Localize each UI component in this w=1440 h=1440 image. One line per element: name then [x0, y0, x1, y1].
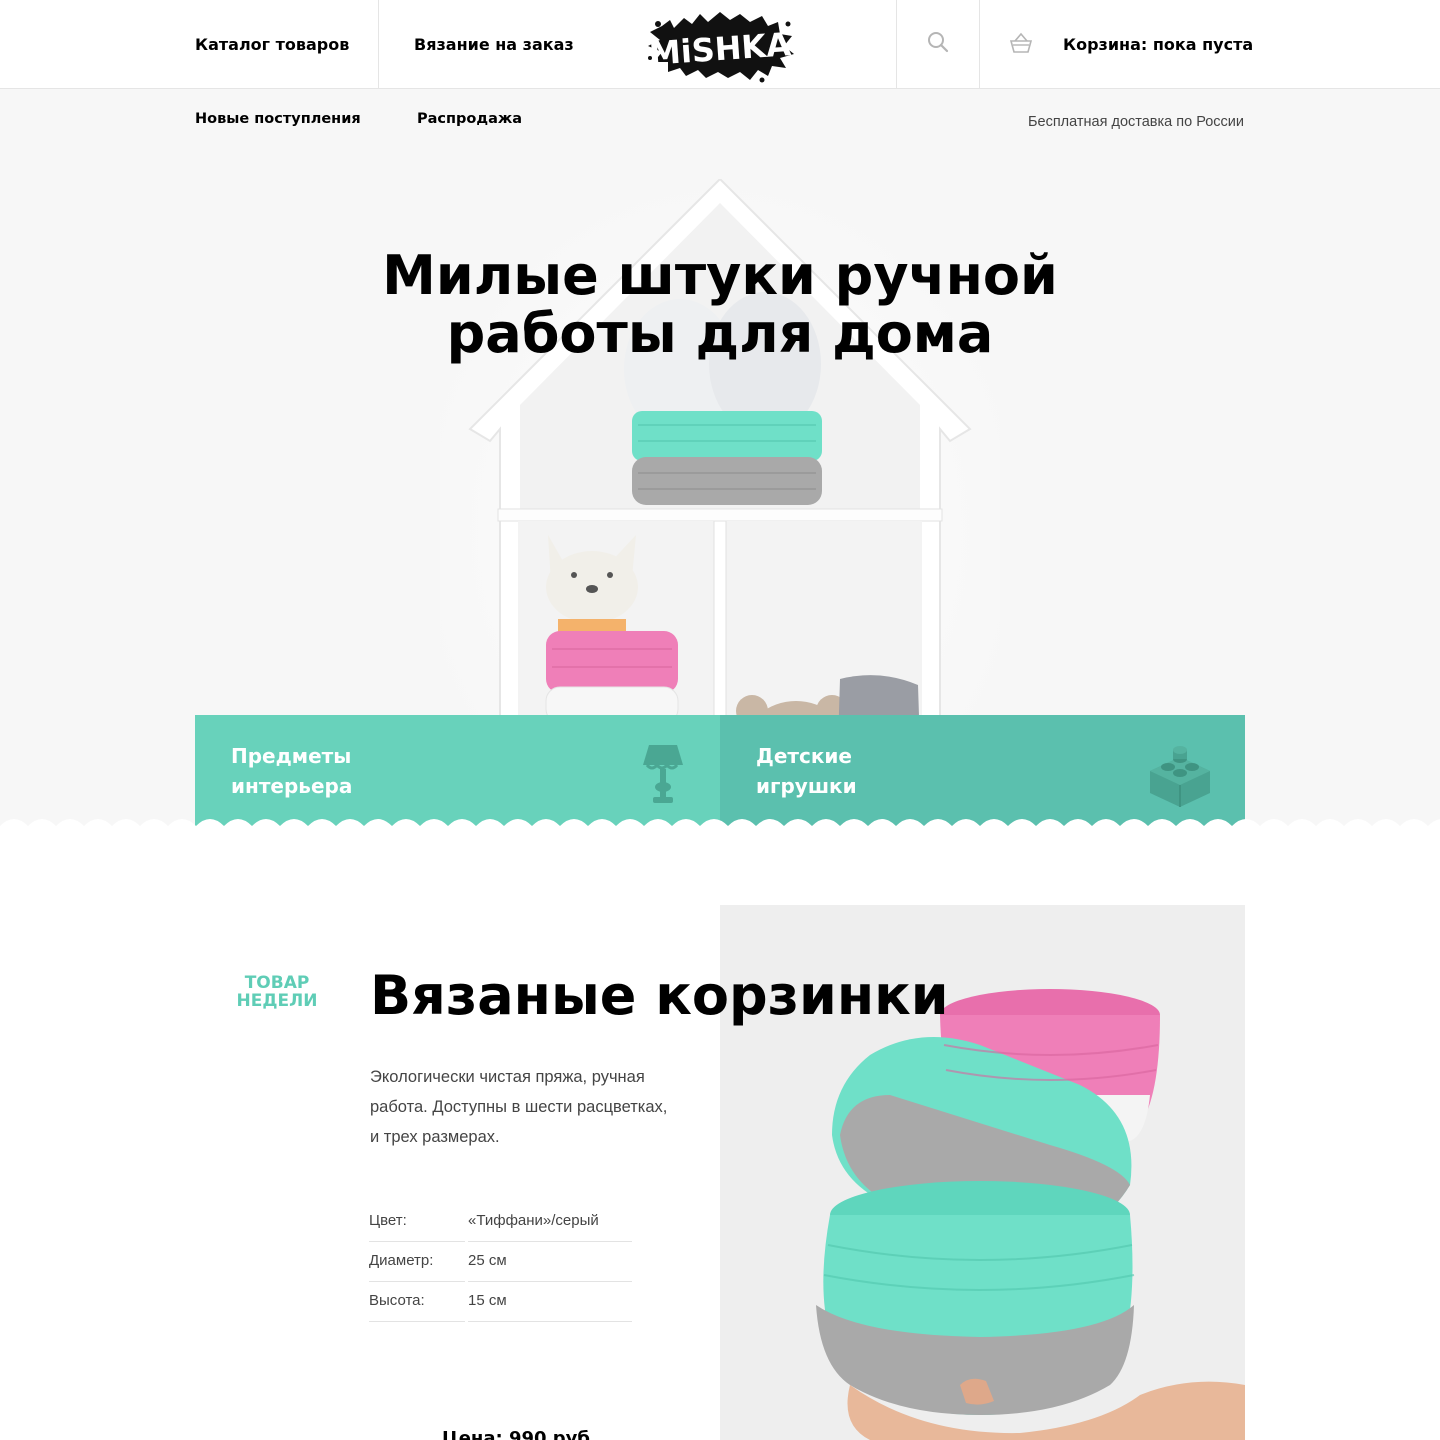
site-logo[interactable]: MiSHKA: [640, 6, 800, 84]
spec-row: Диаметр: 25 см: [369, 1242, 632, 1282]
product-description: Экологически чистая пряжа, ручная работа…: [370, 1068, 668, 1146]
nav-custom-knitting-link[interactable]: Вязание на заказ: [414, 0, 574, 88]
product-specs-table: Цвет: «Тиффани»/серый Диаметр: 25 см Выс…: [369, 1202, 632, 1322]
site-header: Каталог товаров Вязание на заказ MiSHKA …: [0, 0, 1440, 89]
spec-value: 25 см: [468, 1252, 507, 1269]
header-divider: [378, 0, 379, 88]
product-title: Вязаные корзинки: [370, 964, 949, 1027]
product-price: Цена: 990 руб.: [442, 1428, 597, 1440]
free-shipping-note: Бесплатная доставка по России: [1028, 114, 1244, 130]
wave-divider: [0, 819, 1440, 834]
spec-key: Цвет:: [369, 1212, 407, 1229]
subnav-new-arrivals-link[interactable]: Новые поступления: [195, 111, 361, 127]
spec-value: 15 см: [468, 1292, 507, 1309]
subnav-sale-link[interactable]: Распродажа: [417, 111, 522, 127]
nav-catalog-link[interactable]: Каталог товаров: [195, 0, 349, 88]
product-of-the-week-badge: ТОВАР НЕДЕЛИ: [236, 973, 318, 1011]
category-label: Детские игрушки: [756, 744, 857, 798]
header-divider: [896, 0, 897, 88]
spec-row: Высота: 15 см: [369, 1282, 632, 1322]
category-label: Предметы интерьера: [231, 744, 353, 798]
hero-section: Новые поступления Распродажа Бесплатная …: [0, 89, 1440, 830]
spec-key: Диаметр:: [369, 1252, 434, 1269]
spec-key: Высота:: [369, 1292, 425, 1309]
spec-row: Цвет: «Тиффани»/серый: [369, 1202, 632, 1242]
header-divider: [979, 0, 980, 88]
search-icon[interactable]: [926, 30, 950, 54]
hero-title: Милые штуки ручной работы для дома: [320, 247, 1120, 363]
basket-icon[interactable]: [1009, 32, 1033, 56]
logo-splash: MiSHKA: [648, 12, 794, 83]
hero-title-line: Милые штуки ручной: [382, 244, 1058, 307]
spec-value: «Тиффани»/серый: [468, 1212, 599, 1229]
lego-brick-icon: [1148, 745, 1212, 811]
cart-status-link[interactable]: Корзина: пока пуста: [1063, 0, 1253, 88]
lamp-icon: [641, 743, 685, 809]
hero-title-line: работы для дома: [446, 302, 994, 365]
